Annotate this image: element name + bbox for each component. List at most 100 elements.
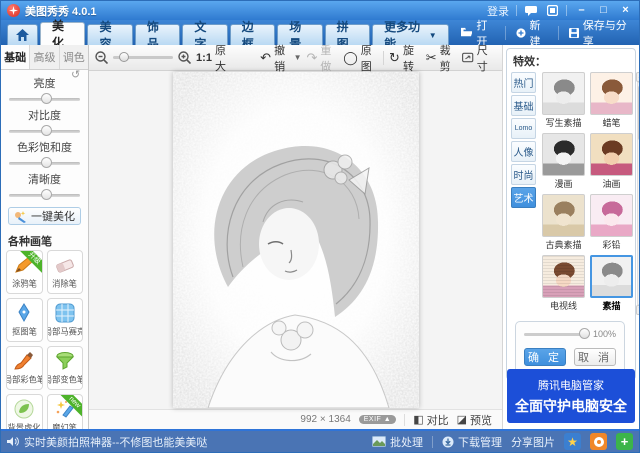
preview-button[interactable]: ◪ 预览 [457,412,492,428]
effect-life-sketch[interactable]: 写生素描 [542,72,585,132]
effect-classic-sketch[interactable]: 古典素描 [542,194,585,254]
compare-button[interactable]: ◧ 对比 [413,412,448,428]
add-share-icon[interactable]: + [616,433,633,450]
undo-button[interactable]: ↶ 撤销 ▼ [260,42,301,74]
effect-sketch-selected[interactable]: 素描 [590,255,633,315]
ad-banner[interactable]: 腾讯电脑管家 全面守护电脑安全 [507,369,635,423]
maximize-button[interactable]: □ [596,4,611,17]
effect-thumbnail [590,133,633,176]
brush-local-mosaic[interactable]: 局部马赛克 [47,298,84,342]
crop-button[interactable]: ✂ 裁剪 [426,42,458,74]
one-key-beautify-button[interactable]: 一键美化 [8,207,81,225]
adjust-tabs: 基础 高级 调色 [1,45,88,70]
reset-icon[interactable]: ↺ [71,69,83,81]
redo-icon: ↷ [307,51,318,64]
effect-crayon[interactable]: 蜡笔 [590,72,633,132]
batch-process-button[interactable]: 批处理 [372,434,423,450]
scroll-up-icon[interactable]: ▲ [636,72,640,82]
category-basic[interactable]: 基础 [511,95,536,116]
scrollbar-track[interactable] [637,82,640,305]
ad-title: 腾讯电脑管家 [538,377,604,393]
contrast-slider[interactable] [9,130,80,133]
minimize-button[interactable]: – [574,4,589,17]
effect-opacity-slider[interactable] [524,333,588,336]
saturation-slider[interactable] [9,162,80,165]
effect-thumbnail [542,255,585,298]
image-dimensions: 992 × 1364 [300,414,350,425]
canvas-area[interactable] [89,71,502,409]
divider [566,5,567,16]
zoom-slider-thumb[interactable] [119,52,129,62]
exif-badge[interactable]: EXIF ▲ [359,415,396,424]
resize-button[interactable]: 尺寸 [462,42,496,74]
zoom-out-button[interactable] [95,51,108,64]
category-fashion[interactable]: 时尚 [511,164,536,185]
speaker-icon [7,436,19,447]
effect-tv-lines[interactable]: 电视线 [542,255,585,315]
brush-cutout-pen[interactable]: 抠图笔 [6,298,43,342]
category-art[interactable]: 艺术 [511,187,536,208]
confirm-button[interactable]: 确 定 [524,348,566,366]
category-portrait[interactable]: 人像 [511,141,536,162]
brush-color-change-pen[interactable]: 局部变色笔 [47,346,84,390]
close-button[interactable]: × [618,4,633,17]
opacity-value: 100% [593,329,616,339]
zoom-in-button[interactable] [178,51,191,64]
home-icon [16,29,29,41]
effect-thumbnail [542,194,585,237]
zoom-slider[interactable] [113,56,173,59]
redo-button[interactable]: ↷ 重做 [307,42,339,74]
feedback-icon[interactable] [524,5,538,17]
download-manager-button[interactable]: 下载管理 [442,434,502,450]
chevron-down-icon: ▼ [429,31,437,40]
effect-comic[interactable]: 漫画 [542,133,585,193]
slider-thumb[interactable] [41,157,52,168]
save-share-button[interactable]: 保存与分享 [559,22,639,44]
tab-decorate[interactable]: 饰品 [135,24,180,45]
compare-icon: ◧ [413,413,423,426]
saturation-label: 色彩饱和度 [8,139,81,155]
rotate-button[interactable]: ↻ 旋转 [389,42,421,74]
tab-home[interactable] [7,24,38,45]
brightness-slider[interactable] [9,98,80,101]
effects-panel: 特效： 热门 基础 Lomo 人像 时尚 艺术 写生素描 [502,45,639,429]
promo-message[interactable]: 实时美颜拍照神器--不修图也能美美哒 [7,434,207,450]
brush-section-title: 各种画笔 [1,231,88,250]
qzone-icon[interactable]: ★ [564,433,581,450]
share-pictures-button[interactable]: 分享图片 [511,434,555,450]
slider-thumb[interactable] [41,93,52,104]
left-panel: 基础 高级 调色 ↺ 亮度 对比度 色彩饱和度 清晰度 [1,45,89,429]
slider-thumb[interactable] [41,189,52,200]
sharpness-slider[interactable] [9,194,80,197]
category-hot[interactable]: 热门 [511,72,536,93]
scissors-icon: ✂ [426,51,437,64]
scroll-down-icon[interactable]: ▼ [636,305,640,315]
effect-oil-painting[interactable]: 油画 [590,133,633,193]
effects-scrollbar[interactable]: ▲ ▼ [635,72,640,315]
weibo-icon[interactable] [590,433,607,450]
tab-beautify[interactable]: 美化 [40,22,85,45]
divider [516,5,517,16]
effect-color-pencil[interactable]: 彩铅 [590,194,633,254]
edited-photo-sketch [173,72,419,408]
new-button[interactable]: 新建 [506,22,558,44]
editor-center: 1:1 原大 ↶ 撤销 ▼ ↷ 重做 ◯ 原图 [89,45,502,429]
original-image-button[interactable]: ◯ 原图 [343,42,378,74]
ad-slogan: 全面守护电脑安全 [515,396,627,416]
brush-eraser-pen[interactable]: 消除笔 [47,250,84,294]
brush-local-color-pen[interactable]: 局部彩色笔 [6,346,43,390]
tab-color-adjust[interactable]: 调色 [60,45,88,69]
slider-thumb[interactable] [579,328,590,339]
divider [383,51,384,65]
slider-thumb[interactable] [41,125,52,136]
skin-icon[interactable] [545,5,559,17]
brush-doodle-pen[interactable]: 升级 涂鸦笔 [6,250,43,294]
tab-retouch[interactable]: 美容 [87,24,132,45]
actual-size-button[interactable]: 1:1 原大 [196,42,232,74]
category-lomo[interactable]: Lomo [511,118,536,139]
effect-settings: 100% 确 定 取 消 [515,321,625,375]
tab-basic-adjust[interactable]: 基础 [1,45,30,69]
cancel-button[interactable]: 取 消 [574,348,616,366]
open-button[interactable]: 打开 [451,22,505,44]
tab-advanced-adjust[interactable]: 高级 [30,45,59,69]
